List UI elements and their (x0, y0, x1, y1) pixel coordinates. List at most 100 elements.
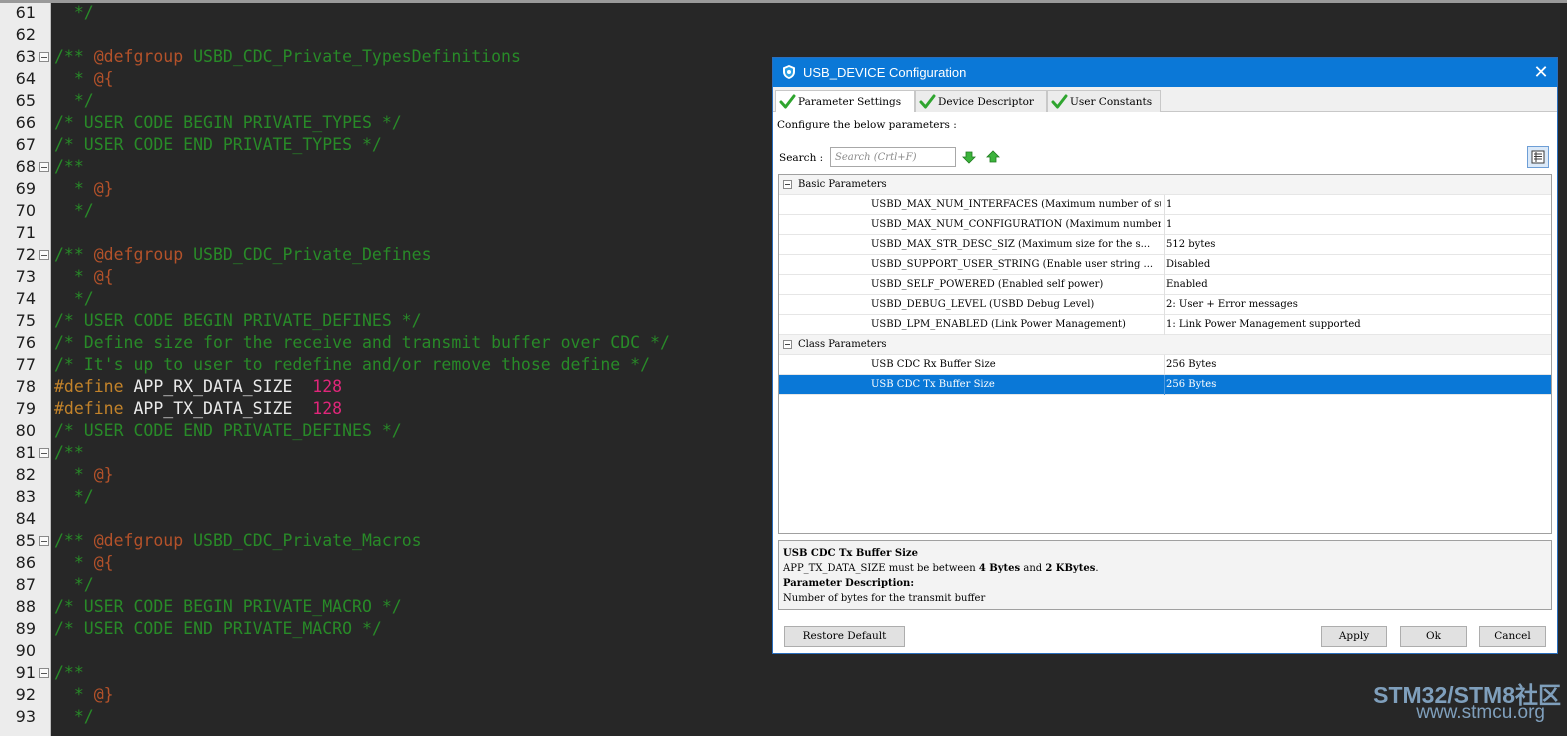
line-number: 87 (15, 575, 36, 594)
code-token: /** (54, 663, 84, 682)
fold-toggle-icon[interactable] (39, 448, 49, 458)
code-token: @defgroup (93, 531, 184, 550)
parameter-description-text: Number of bytes for the transmit buffer (783, 593, 986, 604)
code-token: APP_TX_DATA_SIZE (123, 399, 313, 418)
line-number: 64 (15, 69, 36, 88)
parameter-value[interactable]: 1 (1166, 195, 1172, 215)
line-number: 88 (15, 597, 36, 616)
group-header-class-parameters[interactable]: Class Parameters (779, 335, 1551, 355)
view-mode-button[interactable] (1527, 146, 1549, 168)
apply-button[interactable]: Apply (1321, 626, 1387, 647)
code-token: */ (54, 289, 94, 308)
code-text: */ (54, 486, 94, 508)
group-header-basic-parameters[interactable]: Basic Parameters (779, 175, 1551, 195)
parameter-value[interactable]: Disabled (1166, 255, 1210, 275)
fold-toggle-icon[interactable] (39, 668, 49, 678)
line-number: 90 (15, 641, 36, 660)
column-separator (1164, 375, 1165, 395)
restore-default-button[interactable]: Restore Default (784, 626, 905, 647)
search-previous-arrow-up-icon[interactable] (986, 150, 1000, 164)
code-text: * @{ (54, 266, 114, 288)
column-separator (1164, 235, 1165, 255)
code-text: /** @defgroup USBD_CDC_Private_TypesDefi… (54, 46, 521, 68)
fold-toggle-icon[interactable] (39, 250, 49, 260)
column-separator (1164, 295, 1165, 315)
code-token: APP_RX_DATA_SIZE (123, 377, 313, 396)
watermark: STM32/STM8社区 www.stmcu.org (1320, 676, 1567, 736)
fold-toggle-icon[interactable] (39, 536, 49, 546)
tab-parameter-settings[interactable]: Parameter Settings (775, 90, 915, 113)
code-token: /** (54, 245, 94, 264)
line-number: 80 (15, 421, 36, 440)
line-number: 77 (15, 355, 36, 374)
group-label: Class Parameters (798, 339, 887, 350)
collapse-icon[interactable] (783, 180, 792, 189)
parameter-value[interactable]: 1: Link Power Management supported (1166, 315, 1361, 335)
code-line: 61 */ (0, 2, 1567, 24)
tab-device-descriptor[interactable]: Device Descriptor (915, 90, 1047, 112)
parameter-value[interactable]: 256 Bytes (1166, 375, 1216, 395)
fold-toggle-icon[interactable] (39, 162, 49, 172)
parameter-value[interactable]: 2: User + Error messages (1166, 295, 1298, 315)
code-token: */ (54, 201, 94, 220)
code-token: * (54, 267, 94, 286)
code-text: * @{ (54, 552, 114, 574)
parameter-row[interactable]: USBD_DEBUG_LEVEL (USBD Debug Level) 2: Us… (779, 295, 1551, 315)
code-token: */ (54, 707, 94, 726)
collapse-icon[interactable] (783, 340, 792, 349)
column-separator (1164, 275, 1165, 295)
parameter-value[interactable]: Enabled (1166, 275, 1208, 295)
parameter-name: USB CDC Tx Buffer Size (871, 379, 995, 390)
checkmark-icon (779, 94, 796, 109)
parameter-row[interactable]: USBD_MAX_NUM_CONFIGURATION (Maximum numb… (779, 215, 1551, 235)
code-text: /* USER CODE BEGIN PRIVATE_DEFINES */ (54, 310, 422, 332)
code-text: /** @defgroup USBD_CDC_Private_Macros (54, 530, 422, 552)
parameter-row[interactable]: USBD_MAX_STR_DESC_SIZ (Maximum size for … (779, 235, 1551, 255)
code-token: USBD_CDC_Private_Defines (183, 245, 432, 264)
code-text: /** (54, 662, 84, 684)
code-text: /* Define size for the receive and trans… (54, 332, 670, 354)
search-input[interactable] (830, 147, 956, 167)
dialog-titlebar[interactable]: USB_DEVICE Configuration ✕ (773, 58, 1557, 87)
watermark-url: www.stmcu.org (1416, 702, 1545, 723)
code-text: * @} (54, 684, 114, 706)
line-number: 81 (15, 443, 36, 462)
code-text: */ (54, 574, 94, 596)
parameter-row[interactable]: USBD_SUPPORT_USER_STRING (Enable user st… (779, 255, 1551, 275)
code-token: /** (54, 157, 84, 176)
line-number: 78 (15, 377, 36, 396)
parameter-row[interactable]: USBD_MAX_NUM_INTERFACES (Maximum number … (779, 195, 1551, 215)
line-number: 83 (15, 487, 36, 506)
range-suffix: . (1095, 563, 1099, 574)
tab-label: Parameter Settings (798, 96, 902, 108)
line-number: 89 (15, 619, 36, 638)
parameter-row[interactable]: USBD_LPM_ENABLED (Link Power Management)… (779, 315, 1551, 335)
cancel-button[interactable]: Cancel (1479, 626, 1546, 647)
parameter-value[interactable]: 256 Bytes (1166, 355, 1216, 375)
parameter-row[interactable]: USB CDC Tx Buffer Size 256 Bytes (779, 375, 1551, 395)
tab-user-constants[interactable]: User Constants (1047, 90, 1161, 112)
code-token: * (54, 179, 94, 198)
code-token: USBD_CDC_Private_Macros (183, 531, 422, 550)
parameter-grid[interactable]: Basic Parameters USBD_MAX_NUM_INTERFACES … (778, 174, 1552, 534)
fold-toggle-icon[interactable] (39, 52, 49, 62)
code-text: * @{ (54, 68, 114, 90)
code-token: /* USER CODE END PRIVATE_TYPES */ (54, 135, 382, 154)
parameter-value[interactable]: 1 (1166, 215, 1172, 235)
code-token: */ (54, 3, 94, 22)
line-number: 82 (15, 465, 36, 484)
code-token: @} (93, 685, 114, 704)
parameter-name: USBD_SELF_POWERED (Enabled self power) (871, 279, 1104, 290)
code-token: @{ (93, 553, 114, 572)
search-next-arrow-down-icon[interactable] (962, 150, 976, 164)
dialog-title: USB_DEVICE Configuration (803, 65, 967, 80)
close-button[interactable]: ✕ (1529, 61, 1553, 83)
line-number: 72 (15, 245, 36, 264)
parameter-value[interactable]: 512 bytes (1166, 235, 1215, 255)
parameter-row[interactable]: USBD_SELF_POWERED (Enabled self power) En… (779, 275, 1551, 295)
parameter-row[interactable]: USB CDC Rx Buffer Size 256 Bytes (779, 355, 1551, 375)
code-token: #define (54, 377, 124, 396)
ok-button[interactable]: Ok (1400, 626, 1467, 647)
code-text: #define APP_RX_DATA_SIZE 128 (54, 376, 342, 398)
code-text: */ (54, 90, 94, 112)
